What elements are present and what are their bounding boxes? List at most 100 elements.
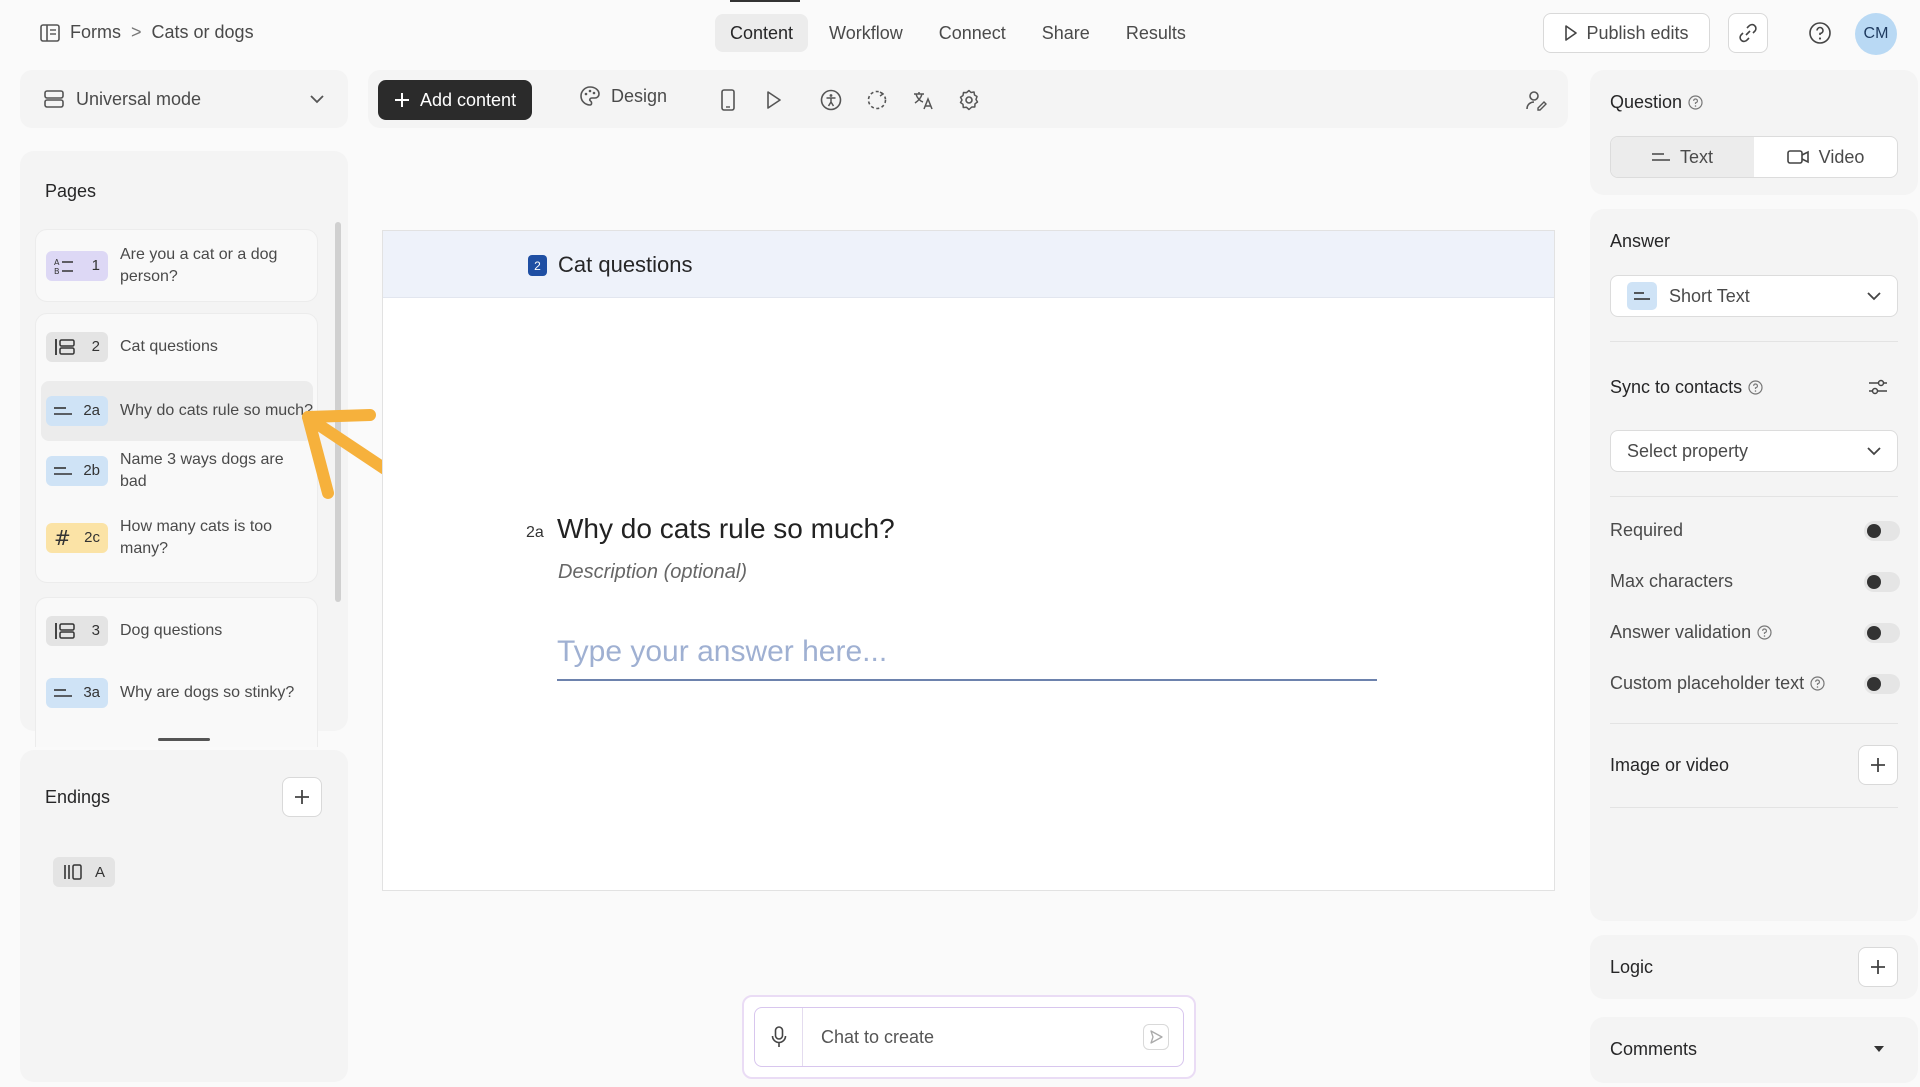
- page-badge: 2a: [46, 396, 108, 426]
- add-image-video-button[interactable]: [1858, 745, 1898, 785]
- select-property-value: Select property: [1627, 440, 1749, 461]
- divider: [1610, 496, 1898, 497]
- info-icon[interactable]: [1810, 676, 1825, 691]
- publish-edits-button[interactable]: Publish edits: [1543, 13, 1710, 53]
- send-icon[interactable]: [1143, 1024, 1169, 1050]
- divider: [1610, 723, 1898, 724]
- required-row: Required: [1610, 520, 1900, 541]
- answer-validation-toggle[interactable]: [1864, 622, 1900, 643]
- design-label: Design: [611, 85, 668, 106]
- mode-select[interactable]: Universal mode: [20, 70, 348, 128]
- max-characters-label: Max characters: [1610, 571, 1734, 591]
- page-item-2c[interactable]: # 2c How many cats is too many?: [46, 516, 308, 560]
- tab-results[interactable]: Results: [1111, 14, 1201, 52]
- page-item-1[interactable]: AB 1 Are you a cat or a dog person?: [46, 244, 308, 288]
- required-label: Required: [1610, 520, 1684, 540]
- tab-connect[interactable]: Connect: [924, 14, 1021, 52]
- custom-placeholder-label-wrap: Custom placeholder text: [1610, 673, 1825, 694]
- endings-title: Endings: [45, 787, 111, 807]
- link-icon: [1738, 23, 1758, 43]
- logic-card: Logic: [1590, 935, 1918, 999]
- page-item-label: How many cats is too many?: [120, 518, 273, 557]
- copy-link-button[interactable]: [1728, 13, 1768, 53]
- user-avatar[interactable]: CM: [1855, 13, 1897, 55]
- info-icon[interactable]: [1748, 380, 1763, 395]
- required-toggle[interactable]: [1864, 520, 1900, 541]
- page-item-label: Cat questions: [120, 338, 218, 355]
- plus-icon: [294, 789, 310, 805]
- microphone-icon[interactable]: [755, 1008, 803, 1066]
- user-edit-icon[interactable]: [1525, 89, 1547, 111]
- page-badge: 2b: [46, 456, 108, 486]
- short-text-icon: [54, 466, 72, 476]
- group-icon: [54, 338, 76, 356]
- chat-input-field[interactable]: Chat to create: [754, 1007, 1184, 1067]
- ending-item-a[interactable]: A: [53, 857, 115, 887]
- page-group-1: AB 1 Are you a cat or a dog person?: [35, 229, 318, 302]
- refresh-dashed-icon[interactable]: [866, 89, 888, 111]
- custom-placeholder-toggle[interactable]: [1864, 673, 1900, 694]
- answer-type-value: Short Text: [1669, 285, 1750, 306]
- answer-label: Answer: [1610, 231, 1671, 251]
- add-ending-button[interactable]: [282, 777, 322, 817]
- page-badge: 2: [46, 332, 108, 362]
- preview-play-icon[interactable]: [763, 89, 785, 111]
- comments-card[interactable]: Comments: [1590, 1017, 1918, 1083]
- page-badge: 3a: [46, 678, 108, 708]
- question-type-video[interactable]: Video: [1754, 137, 1897, 177]
- svg-text:B: B: [54, 267, 60, 275]
- mobile-preview-icon[interactable]: [717, 89, 739, 111]
- page-item-3a[interactable]: 3a Why are dogs so stinky?: [46, 678, 308, 708]
- page-item-2a[interactable]: 2a Why do cats rule so much?: [41, 381, 313, 441]
- accessibility-icon[interactable]: [820, 89, 842, 111]
- page-badge-number: 2a: [83, 402, 100, 419]
- add-content-button[interactable]: Add content: [378, 80, 533, 120]
- pages-title: Pages: [45, 181, 97, 201]
- answer-type-select[interactable]: Short Text: [1610, 275, 1898, 317]
- play-icon: [1564, 25, 1578, 41]
- info-icon[interactable]: [1688, 95, 1703, 110]
- mode-select-label: Universal mode: [76, 88, 202, 109]
- answer-settings-card: Answer Short Text Sync to contacts Selec…: [1590, 209, 1918, 921]
- settings-gear-icon[interactable]: [958, 89, 980, 111]
- question-label: Question: [1610, 92, 1683, 112]
- palette-icon: [579, 85, 601, 107]
- page-item-label: Why do cats rule so much?: [120, 402, 313, 419]
- group-title[interactable]: Cat questions: [558, 252, 693, 278]
- question-type-text[interactable]: Text: [1611, 137, 1754, 177]
- logic-label: Logic: [1610, 957, 1654, 977]
- ending-icon: [63, 864, 83, 880]
- info-icon[interactable]: [1757, 625, 1772, 640]
- chat-placeholder: Chat to create: [821, 1026, 935, 1047]
- help-icon[interactable]: [1808, 21, 1832, 45]
- group-icon: [54, 622, 76, 640]
- breadcrumb: Forms > Cats or dogs: [40, 22, 254, 43]
- add-logic-button[interactable]: [1858, 947, 1898, 987]
- caret-down-icon: [1873, 1045, 1885, 1053]
- page-item-2b[interactable]: 2b Name 3 ways dogs are bad: [46, 449, 308, 493]
- tab-share[interactable]: Share: [1027, 14, 1105, 52]
- sliders-settings-icon[interactable]: [1868, 377, 1888, 397]
- translate-icon[interactable]: [912, 89, 934, 111]
- tab-content[interactable]: Content: [715, 14, 809, 52]
- breadcrumb-separator: >: [131, 22, 142, 42]
- page-item-3[interactable]: 3 Dog questions: [46, 616, 308, 646]
- design-button[interactable]: Design: [579, 85, 667, 107]
- sync-contacts-label: Sync to contacts: [1610, 377, 1743, 397]
- question-description[interactable]: Description (optional): [558, 561, 747, 584]
- breadcrumb-forms-link[interactable]: Forms: [70, 22, 121, 43]
- answer-input[interactable]: Type your answer here...: [557, 621, 1377, 681]
- max-characters-toggle[interactable]: [1864, 571, 1900, 592]
- tab-workflow[interactable]: Workflow: [814, 14, 918, 52]
- answer-validation-label-wrap: Answer validation: [1610, 622, 1772, 643]
- endings-panel: Endings A: [20, 750, 348, 1082]
- page-badge: AB 1: [46, 251, 108, 281]
- divider: [1610, 807, 1898, 808]
- panel-resize-handle[interactable]: [158, 738, 210, 741]
- select-property-dropdown[interactable]: Select property: [1610, 430, 1898, 472]
- question-title[interactable]: Why do cats rule so much?: [557, 513, 895, 545]
- breadcrumb-current[interactable]: Cats or dogs: [152, 22, 254, 43]
- page-badge: 3: [46, 616, 108, 646]
- top-navigation: Forms > Cats or dogs Content Workflow Co…: [0, 0, 1920, 66]
- page-item-2[interactable]: 2 Cat questions: [46, 332, 308, 362]
